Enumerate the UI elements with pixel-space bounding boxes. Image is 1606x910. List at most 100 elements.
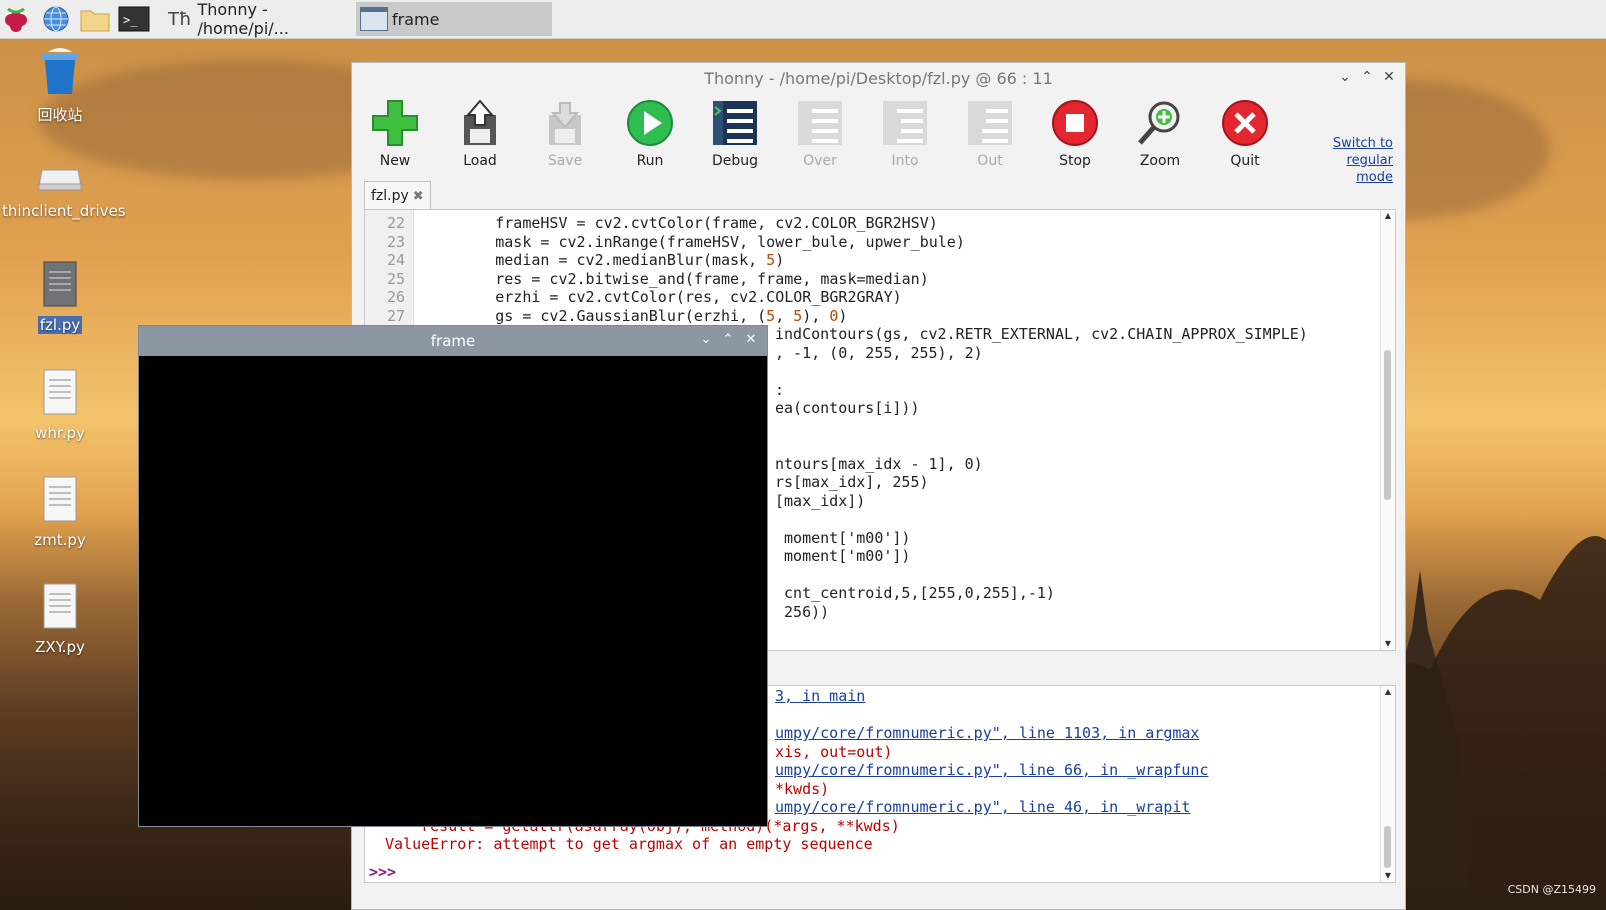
- quit-icon: [1221, 99, 1269, 147]
- run-play-icon: [626, 99, 674, 147]
- raspberry-menu-icon[interactable]: [2, 5, 30, 33]
- step-out-icon: [966, 99, 1014, 147]
- text-file-icon: [43, 583, 77, 629]
- code-line: ea(contours[i])): [775, 399, 920, 417]
- terminal-icon[interactable]: >_: [118, 5, 150, 33]
- step-out-button[interactable]: Out: [955, 97, 1025, 169]
- new-button[interactable]: New: [360, 97, 430, 169]
- scroll-down-icon[interactable]: ▼: [1383, 872, 1393, 880]
- window-title: frame: [430, 332, 476, 350]
- toolbar: New Load Save Run Debug Over Into Out St…: [352, 97, 1405, 185]
- taskbar: >_ Tħ Thonny - /home/pi/... frame: [0, 0, 1606, 39]
- tool-label: New: [379, 153, 411, 169]
- thonny-app-icon: Tħ: [168, 8, 192, 30]
- maximize-icon[interactable]: ⌃: [721, 332, 735, 347]
- scroll-up-icon[interactable]: ▲: [1383, 688, 1393, 696]
- line-number: 22: [386, 214, 405, 232]
- switch-to-regular-mode-link[interactable]: Switch to regular mode: [1329, 135, 1393, 186]
- tab-close-icon[interactable]: ✖: [413, 189, 424, 204]
- scrollbar-thumb[interactable]: [1384, 826, 1391, 868]
- tool-label: Out: [977, 153, 1003, 169]
- code-line: gs = cv2.GaussianBlur(erzhi, (5, 5), 0): [423, 306, 848, 325]
- save-icon: [541, 99, 589, 147]
- desktop-icon-fzl-py[interactable]: fzl.py: [0, 260, 120, 334]
- zoom-button[interactable]: Zoom: [1125, 97, 1195, 169]
- quit-button[interactable]: Quit: [1210, 97, 1280, 169]
- text-file-icon: [43, 476, 77, 522]
- file-manager-folder-icon[interactable]: [80, 5, 110, 33]
- video-frame-canvas[interactable]: [139, 356, 767, 826]
- tool-label: Quit: [1230, 153, 1260, 169]
- switch-mode-text: mode: [1356, 170, 1393, 185]
- code-line: moment['m00']): [775, 528, 911, 547]
- minimize-icon[interactable]: ⌄: [1337, 69, 1353, 85]
- traceback-link[interactable]: umpy/core/fromnumeric.py", line 1103, in…: [775, 724, 1199, 742]
- scroll-up-icon[interactable]: ▲: [1383, 212, 1393, 220]
- taskbar-task-thonny[interactable]: Tħ Thonny - /home/pi/...: [162, 0, 352, 38]
- line-number: 24: [386, 251, 405, 269]
- desktop-icon-label: fzl.py: [37, 316, 83, 334]
- code-line: [max_idx]): [775, 491, 866, 510]
- code-line: , -1, (0, 255, 255), 2): [775, 344, 983, 362]
- browser-globe-icon[interactable]: [42, 5, 70, 33]
- load-button[interactable]: Load: [445, 97, 515, 169]
- shell-prompt[interactable]: >>>: [369, 863, 396, 881]
- desktop-icon-label: zmt.py: [34, 531, 86, 549]
- tool-label: Debug: [711, 153, 759, 169]
- scroll-down-icon[interactable]: ▼: [1383, 640, 1393, 648]
- stop-icon: [1051, 99, 1099, 147]
- step-into-icon: [881, 99, 929, 147]
- editor-tab-fzl-py[interactable]: fzl.py ✖: [364, 181, 431, 210]
- debug-button[interactable]: Debug: [700, 97, 770, 169]
- code-number: 5: [766, 251, 776, 269]
- scrollbar-thumb[interactable]: [1384, 350, 1391, 500]
- editor-scrollbar[interactable]: ▲ ▼: [1380, 210, 1395, 650]
- switch-mode-text: Switch to: [1332, 136, 1393, 151]
- desktop-icon-zxy-py[interactable]: ZXY.py: [0, 582, 120, 656]
- minimize-icon[interactable]: ⌄: [699, 332, 713, 347]
- step-over-button[interactable]: Over: [785, 97, 855, 169]
- code-text: , -1, (0, 255, 255), 2): [775, 343, 983, 362]
- trash-icon: [42, 48, 78, 94]
- taskbar-task-frame[interactable]: frame: [356, 2, 552, 36]
- traceback-line: xis, out=out): [775, 742, 893, 761]
- maximize-icon[interactable]: ⌃: [1359, 69, 1375, 85]
- window-icon: [360, 7, 388, 31]
- taskbar-task-label: frame: [392, 9, 440, 29]
- line-number: 25: [386, 269, 405, 288]
- tool-label: Load: [463, 153, 497, 169]
- close-icon[interactable]: ✕: [1381, 69, 1397, 85]
- code-line: frameHSV = cv2.cvtColor(frame, cv2.COLOR…: [423, 214, 938, 232]
- text-file-icon: [43, 369, 77, 415]
- traceback-link[interactable]: 3, in main: [775, 687, 865, 705]
- traceback-link[interactable]: umpy/core/fromnumeric.py", line 66, in _…: [775, 761, 1208, 779]
- desktop-icon-label: ZXY.py: [35, 638, 85, 656]
- stop-button[interactable]: Stop: [1040, 97, 1110, 169]
- tool-label: Save: [547, 153, 583, 169]
- code-line: moment['m00']): [775, 547, 911, 565]
- code-line: ntours[max_idx - 1], 0): [775, 454, 983, 473]
- desktop-icon-zmt-py[interactable]: zmt.py: [0, 475, 120, 549]
- shell-scrollbar[interactable]: ▲ ▼: [1380, 686, 1395, 882]
- desktop-icon-label: 回收站: [37, 106, 83, 124]
- thonny-titlebar[interactable]: Thonny - /home/pi/Desktop/fzl.py @ 66 : …: [352, 63, 1405, 93]
- code-line: mask = cv2.inRange(frameHSV, lower_bule,…: [423, 232, 965, 251]
- code-line: res = cv2.bitwise_and(frame, frame, mask…: [423, 269, 929, 288]
- run-button[interactable]: Run: [615, 97, 685, 169]
- desktop-icon-trash[interactable]: 回收站: [0, 46, 120, 125]
- drive-icon: [38, 169, 82, 191]
- step-into-button[interactable]: Into: [870, 97, 940, 169]
- code-line: :: [775, 380, 785, 399]
- desktop-icon-thinclient-drives[interactable]: thinclient_drives: [0, 160, 126, 220]
- tool-label: Run: [636, 153, 664, 169]
- load-icon: [456, 99, 504, 147]
- code-line: indContours(gs, cv2.RETR_EXTERNAL, cv2.C…: [775, 325, 1308, 343]
- close-icon[interactable]: ✕: [744, 332, 758, 347]
- python-file-icon: [43, 261, 77, 307]
- new-file-icon: [371, 99, 419, 147]
- traceback-link[interactable]: umpy/core/fromnumeric.py", line 46, in _…: [775, 798, 1190, 816]
- frame-titlebar[interactable]: frame ⌄ ⌃ ✕: [139, 326, 767, 356]
- desktop-icon-whr-py[interactable]: whr.py: [0, 368, 120, 442]
- watermark-text: CSDN @Z15499: [1507, 883, 1596, 896]
- save-button[interactable]: Save: [530, 97, 600, 169]
